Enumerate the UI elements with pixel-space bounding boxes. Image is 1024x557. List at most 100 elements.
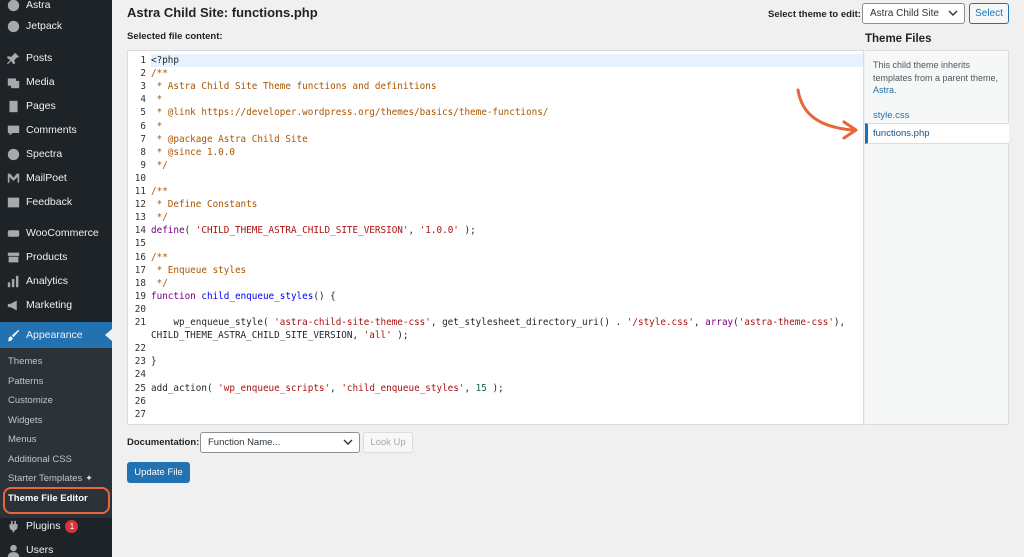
line-number: 23	[134, 356, 146, 368]
menu-label: Feedback	[26, 196, 73, 208]
submenu-additional-css[interactable]: Additional CSS	[8, 454, 72, 465]
menu-item-products[interactable]: Products	[0, 246, 112, 268]
menu-label: Jetpack	[26, 20, 63, 32]
code-line[interactable]: * @package Astra Child Site	[151, 134, 308, 145]
line-number: 15	[134, 238, 146, 250]
code-line[interactable]: /**	[151, 186, 168, 197]
code-line[interactable]: * @since 1.0.0	[151, 147, 235, 158]
code-line[interactable]: <?php	[151, 55, 179, 66]
astra-logo-icon	[6, 0, 20, 12]
menu-item-pages[interactable]: Pages	[0, 95, 112, 117]
submenu-starter-templates[interactable]: Starter Templates ✦	[8, 473, 93, 484]
sparkle-icon: ✦	[85, 473, 93, 483]
menu-label: WooCommerce	[26, 227, 99, 239]
code-line[interactable]: * Define Constants	[151, 199, 258, 210]
active-line-highlight	[151, 54, 863, 67]
line-number: 27	[134, 408, 146, 420]
menu-item-users[interactable]: Users	[0, 539, 112, 557]
code-line[interactable]: */	[151, 278, 168, 289]
function-name-placeholder: Function Name...	[208, 437, 281, 448]
menu-item-appearance[interactable]: Appearance	[0, 322, 112, 348]
active-file-label: functions.php	[873, 128, 930, 139]
update-count-badge: 1	[65, 519, 79, 533]
admin-sidebar: Astra Jetpack Posts Media Pages Comments…	[0, 0, 112, 557]
menu-item-astra[interactable]: Astra	[0, 0, 112, 16]
menu-item-comments[interactable]: Comments	[0, 119, 112, 141]
menu-label: MailPoet	[26, 172, 67, 184]
selected-file-label: Selected file content:	[127, 31, 223, 42]
code-line[interactable]: *	[151, 94, 163, 105]
parent-theme-link[interactable]: Astra	[873, 85, 894, 95]
line-number: 13	[134, 212, 146, 224]
plugins-icon	[6, 519, 20, 533]
submenu-widgets[interactable]: Widgets	[8, 415, 42, 426]
theme-files-panel: This child theme inherits templates from…	[865, 50, 1009, 425]
menu-item-woocommerce[interactable]: WooCommerce	[0, 222, 112, 244]
menu-label: Media	[26, 76, 55, 88]
submenu-menus[interactable]: Menus	[8, 434, 37, 445]
submenu-patterns[interactable]: Patterns	[8, 376, 43, 387]
line-number: 20	[134, 303, 146, 315]
line-number: 1	[140, 55, 146, 66]
menu-label: Products	[26, 251, 68, 263]
file-link-functions-php[interactable]: functions.php	[865, 123, 1009, 144]
code-line[interactable]: /**	[151, 252, 168, 263]
line-number: 24	[134, 369, 146, 381]
menu-item-media[interactable]: Media	[0, 71, 112, 93]
menu-item-feedback[interactable]: Feedback	[0, 191, 112, 213]
code-editor[interactable]: 1 2 3 4 5 6 7 8 9 10 11 12 13 14 15 16 17 18 19 20 21 22 23 24 2…	[127, 50, 864, 425]
menu-item-plugins[interactable]: Plugins 1	[0, 515, 112, 537]
line-number: 10	[134, 172, 146, 184]
line-number: 16	[134, 251, 146, 263]
line-number: 2	[140, 68, 146, 80]
code-line[interactable]: */	[151, 212, 168, 223]
menu-label: Comments	[26, 124, 77, 136]
function-name-select[interactable]: Function Name...	[200, 432, 360, 453]
code-line[interactable]: * Enqueue styles	[151, 265, 247, 276]
theme-select-dropdown[interactable]: Astra Child Site	[862, 3, 965, 24]
menu-label: Spectra	[26, 148, 63, 160]
archive-icon	[6, 250, 20, 264]
child-theme-note: This child theme inherits templates from…	[873, 59, 1001, 97]
code-line[interactable]: add_action( 'wp_enqueue_scripts', 'child…	[151, 383, 504, 394]
menu-item-marketing[interactable]: Marketing	[0, 294, 112, 316]
note-suffix: .	[894, 85, 897, 95]
code-line[interactable]: /**	[151, 68, 168, 79]
code-line[interactable]: function child_enqueue_styles() {	[151, 291, 336, 302]
code-line[interactable]: wp_enqueue_style( 'astra-child-site-them…	[151, 317, 845, 328]
code-line[interactable]: define( 'CHILD_THEME_ASTRA_CHILD_SITE_VE…	[151, 225, 476, 236]
code-line[interactable]: * Astra Child Site Theme functions and d…	[151, 81, 437, 92]
chart-bar-icon	[6, 274, 20, 288]
line-number: 22	[134, 343, 146, 355]
file-link-style-css[interactable]: style.css	[873, 110, 909, 121]
select-theme-button[interactable]: Select	[969, 3, 1009, 24]
paintbrush-icon	[6, 328, 20, 342]
update-file-button[interactable]: Update File	[127, 462, 190, 483]
line-number: 18	[134, 277, 146, 289]
line-number: 5	[140, 107, 146, 119]
documentation-label: Documentation:	[127, 437, 200, 448]
pin-icon	[6, 51, 20, 65]
code-line[interactable]: */	[151, 160, 168, 171]
submenu-customize[interactable]: Customize	[8, 395, 53, 406]
submenu-label: Starter Templates	[8, 473, 83, 484]
menu-label: Users	[26, 544, 54, 556]
menu-item-mailpoet[interactable]: MailPoet	[0, 167, 112, 189]
code-line[interactable]: CHILD_THEME_ASTRA_CHILD_SITE_VERSION, 'a…	[151, 330, 409, 341]
line-number: 8	[140, 146, 146, 158]
menu-item-spectra[interactable]: Spectra	[0, 143, 112, 165]
annotation-highlight-box	[3, 487, 110, 514]
jetpack-icon	[6, 19, 20, 33]
menu-item-posts[interactable]: Posts	[0, 47, 112, 69]
users-icon	[6, 543, 20, 557]
menu-item-jetpack[interactable]: Jetpack	[0, 15, 112, 37]
line-number: 6	[140, 120, 146, 132]
code-line[interactable]: * @link https://developer.wordpress.org/…	[151, 107, 549, 118]
look-up-button[interactable]: Look Up	[363, 432, 413, 453]
code-line[interactable]: *	[151, 121, 163, 132]
code-line[interactable]: }	[151, 356, 157, 367]
menu-label: Astra	[26, 0, 51, 11]
submenu-themes[interactable]: Themes	[8, 356, 42, 367]
menu-item-analytics[interactable]: Analytics	[0, 270, 112, 292]
menu-label: Plugins	[26, 520, 61, 532]
